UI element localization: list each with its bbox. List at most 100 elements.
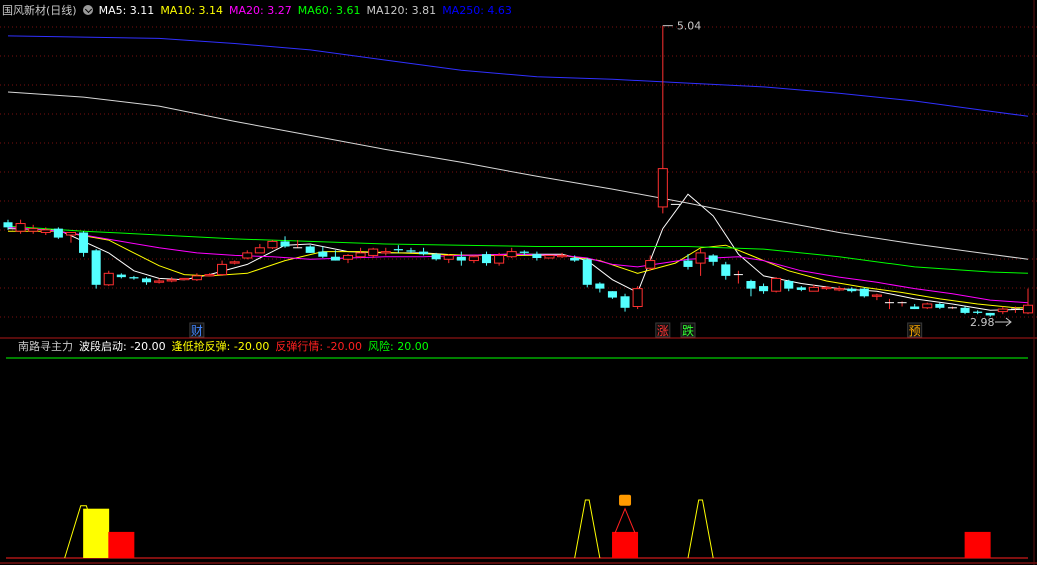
signal-bar-red <box>964 531 991 558</box>
candle-body-up <box>355 252 366 258</box>
candle-body-down <box>406 250 416 252</box>
indicator-legend-item: 反弹行情: -20.00 <box>275 340 363 353</box>
candle-body-down <box>759 286 769 292</box>
event-marker: 预 <box>909 324 921 338</box>
candle-body-up <box>191 275 202 281</box>
candle-body-down <box>79 232 89 253</box>
candle-body-up <box>342 254 354 260</box>
indicator-panel-header: 南路寻主力 波段启动: -20.00 逢低抢反弹: -20.00 反弹行情: -20.… <box>18 339 441 355</box>
candle-body-up <box>368 248 379 256</box>
candle-body-down <box>859 288 869 297</box>
candle-body-up <box>65 231 76 236</box>
candle-body-up <box>871 294 882 297</box>
candle-body-up <box>645 260 656 269</box>
candle-body-up <box>544 254 555 259</box>
candle-body-down <box>570 258 580 261</box>
candle-body-up <box>771 277 782 292</box>
ma-line-ma120 <box>7 91 1029 260</box>
signal-spike <box>687 499 714 559</box>
ma-legend-ma10: MA10: 3.14 <box>160 4 224 17</box>
candle-body-up <box>494 254 505 264</box>
candle-body-up <box>267 240 278 249</box>
candle-body-up <box>204 274 215 277</box>
candle-body-up <box>997 308 1008 313</box>
candle-body-up <box>632 288 643 308</box>
candle-body-down <box>431 254 441 260</box>
dropdown-icon[interactable] <box>82 5 93 15</box>
candle-body-up <box>28 228 39 232</box>
candle-body-up <box>506 251 517 258</box>
candle-body-up <box>443 254 454 260</box>
candle-body-down <box>910 306 920 310</box>
candle-body-down <box>419 251 429 255</box>
ma-legend-ma120: MA120: 3.81 <box>366 4 437 17</box>
low-price-label: 2.98 <box>970 316 995 329</box>
ma-line-ma5 <box>7 193 1029 311</box>
ma-legend: MA5: 3.11 MA10: 3.14 MA20: 3.27 MA60: 3.61 M… <box>99 4 518 17</box>
candle-body-down <box>708 255 718 262</box>
candle-body-down <box>3 222 13 228</box>
ma-legend-ma60: MA60: 3.61 <box>297 4 361 17</box>
candle-body-up <box>834 288 845 291</box>
main-panel-header: 国风新材(日线) MA5: 3.11 MA10: 3.14 MA20: 3.27 MA6… <box>2 3 524 19</box>
high-price-label: 5.04 <box>677 20 702 33</box>
candle-body-up <box>557 254 568 258</box>
signal-spike-red <box>614 507 636 534</box>
candle-body-down <box>519 251 529 253</box>
candle-body-up <box>179 277 190 281</box>
candle-body-down <box>595 283 605 289</box>
candle-body-up <box>1022 304 1034 314</box>
candle-body-up <box>154 280 165 283</box>
candle-body-down <box>318 251 328 257</box>
candle-body-down <box>582 259 592 285</box>
candle-body-down <box>784 280 794 289</box>
stock-title: 国风新材(日线) <box>2 4 77 17</box>
event-marker: 涨 <box>657 323 669 338</box>
candle-body-down <box>796 287 806 290</box>
candle-body-down <box>116 274 126 278</box>
candle-body-up <box>15 223 26 232</box>
signal-bar-yellow <box>83 508 110 558</box>
candle-body-down <box>280 241 290 247</box>
indicator-legend-item: 风险: 20.00 <box>368 340 429 353</box>
candle-body-down <box>607 291 617 298</box>
candle-body-down <box>620 296 630 308</box>
candle-body-down <box>330 256 340 261</box>
signal-bar-red <box>108 531 135 558</box>
candle-body-up <box>657 168 668 208</box>
indicator-legend-item: 波段启动: -20.00 <box>79 340 166 353</box>
candle-body-up <box>821 286 832 290</box>
candle-body-down <box>683 260 693 267</box>
candle-body-up <box>242 252 253 259</box>
candle-body-up <box>922 303 933 309</box>
signal-bar-red <box>612 531 639 558</box>
candle-body-up <box>40 229 51 233</box>
indicator-legend: 波段启动: -20.00 逢低抢反弹: -20.00 反弹行情: -20.00 风险:… <box>79 340 435 353</box>
indicator-legend-item: 逢低抢反弹: -20.00 <box>171 340 270 353</box>
signal-badge-icon <box>619 494 632 506</box>
candle-body-down <box>973 311 983 313</box>
chart-canvas[interactable]: 5.04 2.98 财 涨跌 预 <box>0 0 1037 565</box>
candle-body-down <box>393 249 403 251</box>
event-marker: 跌 <box>682 323 694 338</box>
candle-body-down <box>746 280 756 289</box>
candle-body-down <box>91 250 101 285</box>
ma-line-ma250 <box>7 35 1029 117</box>
event-marker: 财 <box>191 324 203 338</box>
candle-body-up <box>229 261 240 264</box>
candle-body-up <box>254 247 265 254</box>
candle-body-down <box>847 288 857 292</box>
candle-body-down <box>129 277 139 279</box>
candle-body-up <box>217 263 228 276</box>
candle-body-up <box>468 256 479 262</box>
ma-legend-ma5: MA5: 3.11 <box>98 4 155 17</box>
ma-legend-ma20: MA20: 3.27 <box>229 4 292 17</box>
indicator-name: 南路寻主力 <box>18 340 73 353</box>
candle-body-down <box>960 307 970 313</box>
candle-body-up <box>695 252 706 264</box>
candle-body-up <box>166 279 177 282</box>
candle-body-down <box>305 246 315 253</box>
candle-body-up <box>103 272 114 286</box>
candle-body-down <box>141 278 152 283</box>
candle-body-down <box>935 303 945 308</box>
